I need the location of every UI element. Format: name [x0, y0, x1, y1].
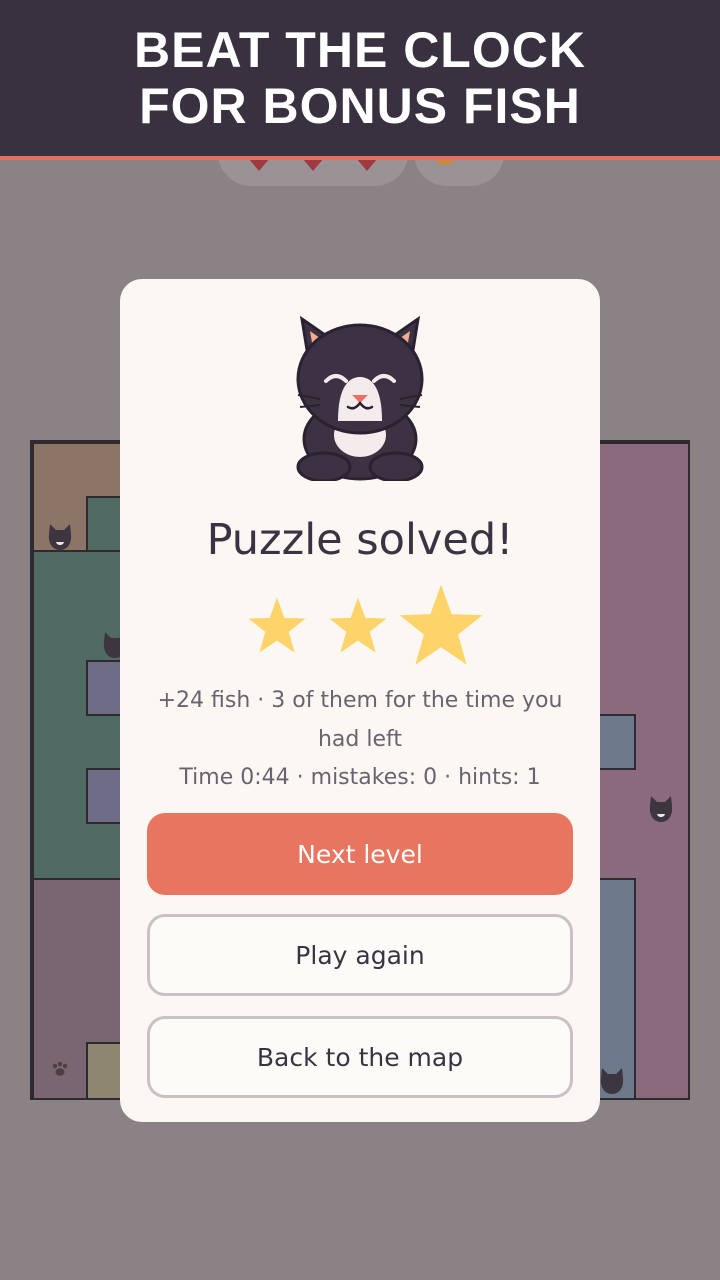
dialog-title: Puzzle solved! [206, 515, 514, 565]
star-rating [120, 581, 600, 671]
back-to-map-button[interactable]: Back to the map [147, 1016, 573, 1098]
banner-line-1: BEAT THE CLOCK [134, 22, 586, 78]
play-again-button[interactable]: Play again [147, 914, 573, 996]
promo-banner: BEAT THE CLOCK FOR BONUS FISH [0, 0, 720, 160]
cat-icon [600, 1068, 624, 1094]
paw-icon [52, 1061, 68, 1076]
star-icon [329, 597, 387, 653]
star-icon [248, 597, 306, 653]
cat-icon [649, 796, 673, 822]
next-level-button[interactable]: Next level [147, 813, 573, 895]
level-complete-dialog: Puzzle solved! +24 fish · 3 of them for … [120, 279, 600, 1122]
star-icon [399, 584, 483, 665]
cat-mascot-icon [296, 315, 424, 481]
stats-text: Time 0:44 · mistakes: 0 · hints: 1 [179, 765, 541, 790]
cat-icon [48, 524, 72, 550]
reward-text: +24 fish · 3 of them for the time you ha… [157, 688, 563, 752]
banner-line-2: FOR BONUS FISH [139, 78, 581, 134]
